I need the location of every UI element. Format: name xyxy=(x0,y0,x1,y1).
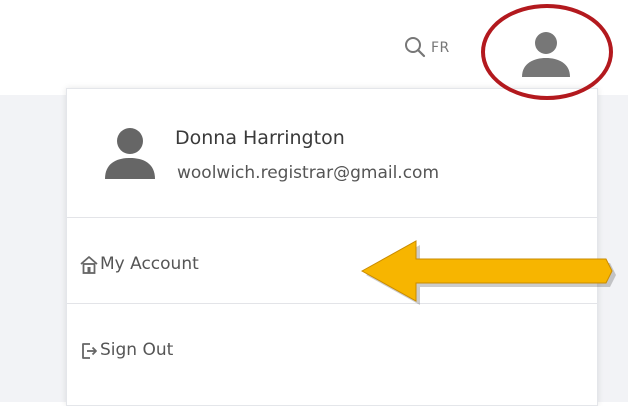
user-name: Donna Harrington xyxy=(175,127,345,149)
user-info: Donna Harrington woolwich.registrar@gmai… xyxy=(67,89,597,217)
language-toggle[interactable]: FR xyxy=(431,40,450,56)
menu-item-label: Sign Out xyxy=(100,340,174,360)
search-icon[interactable] xyxy=(403,35,427,59)
home-icon xyxy=(80,256,98,274)
menu-item-label: My Account xyxy=(100,254,199,274)
top-bar: FR xyxy=(0,0,628,92)
user-icon xyxy=(105,128,155,179)
user-icon xyxy=(522,32,570,77)
user-email: woolwich.registrar@gmail.com xyxy=(177,163,440,183)
user-avatar-button[interactable] xyxy=(518,27,574,79)
menu-item-sign-out[interactable]: Sign Out xyxy=(67,311,597,391)
menu-item-my-account[interactable]: My Account xyxy=(67,225,597,305)
divider xyxy=(67,303,597,304)
divider xyxy=(67,217,597,218)
account-dropdown-menu: Donna Harrington woolwich.registrar@gmai… xyxy=(66,88,598,406)
sign-out-icon xyxy=(82,343,97,359)
